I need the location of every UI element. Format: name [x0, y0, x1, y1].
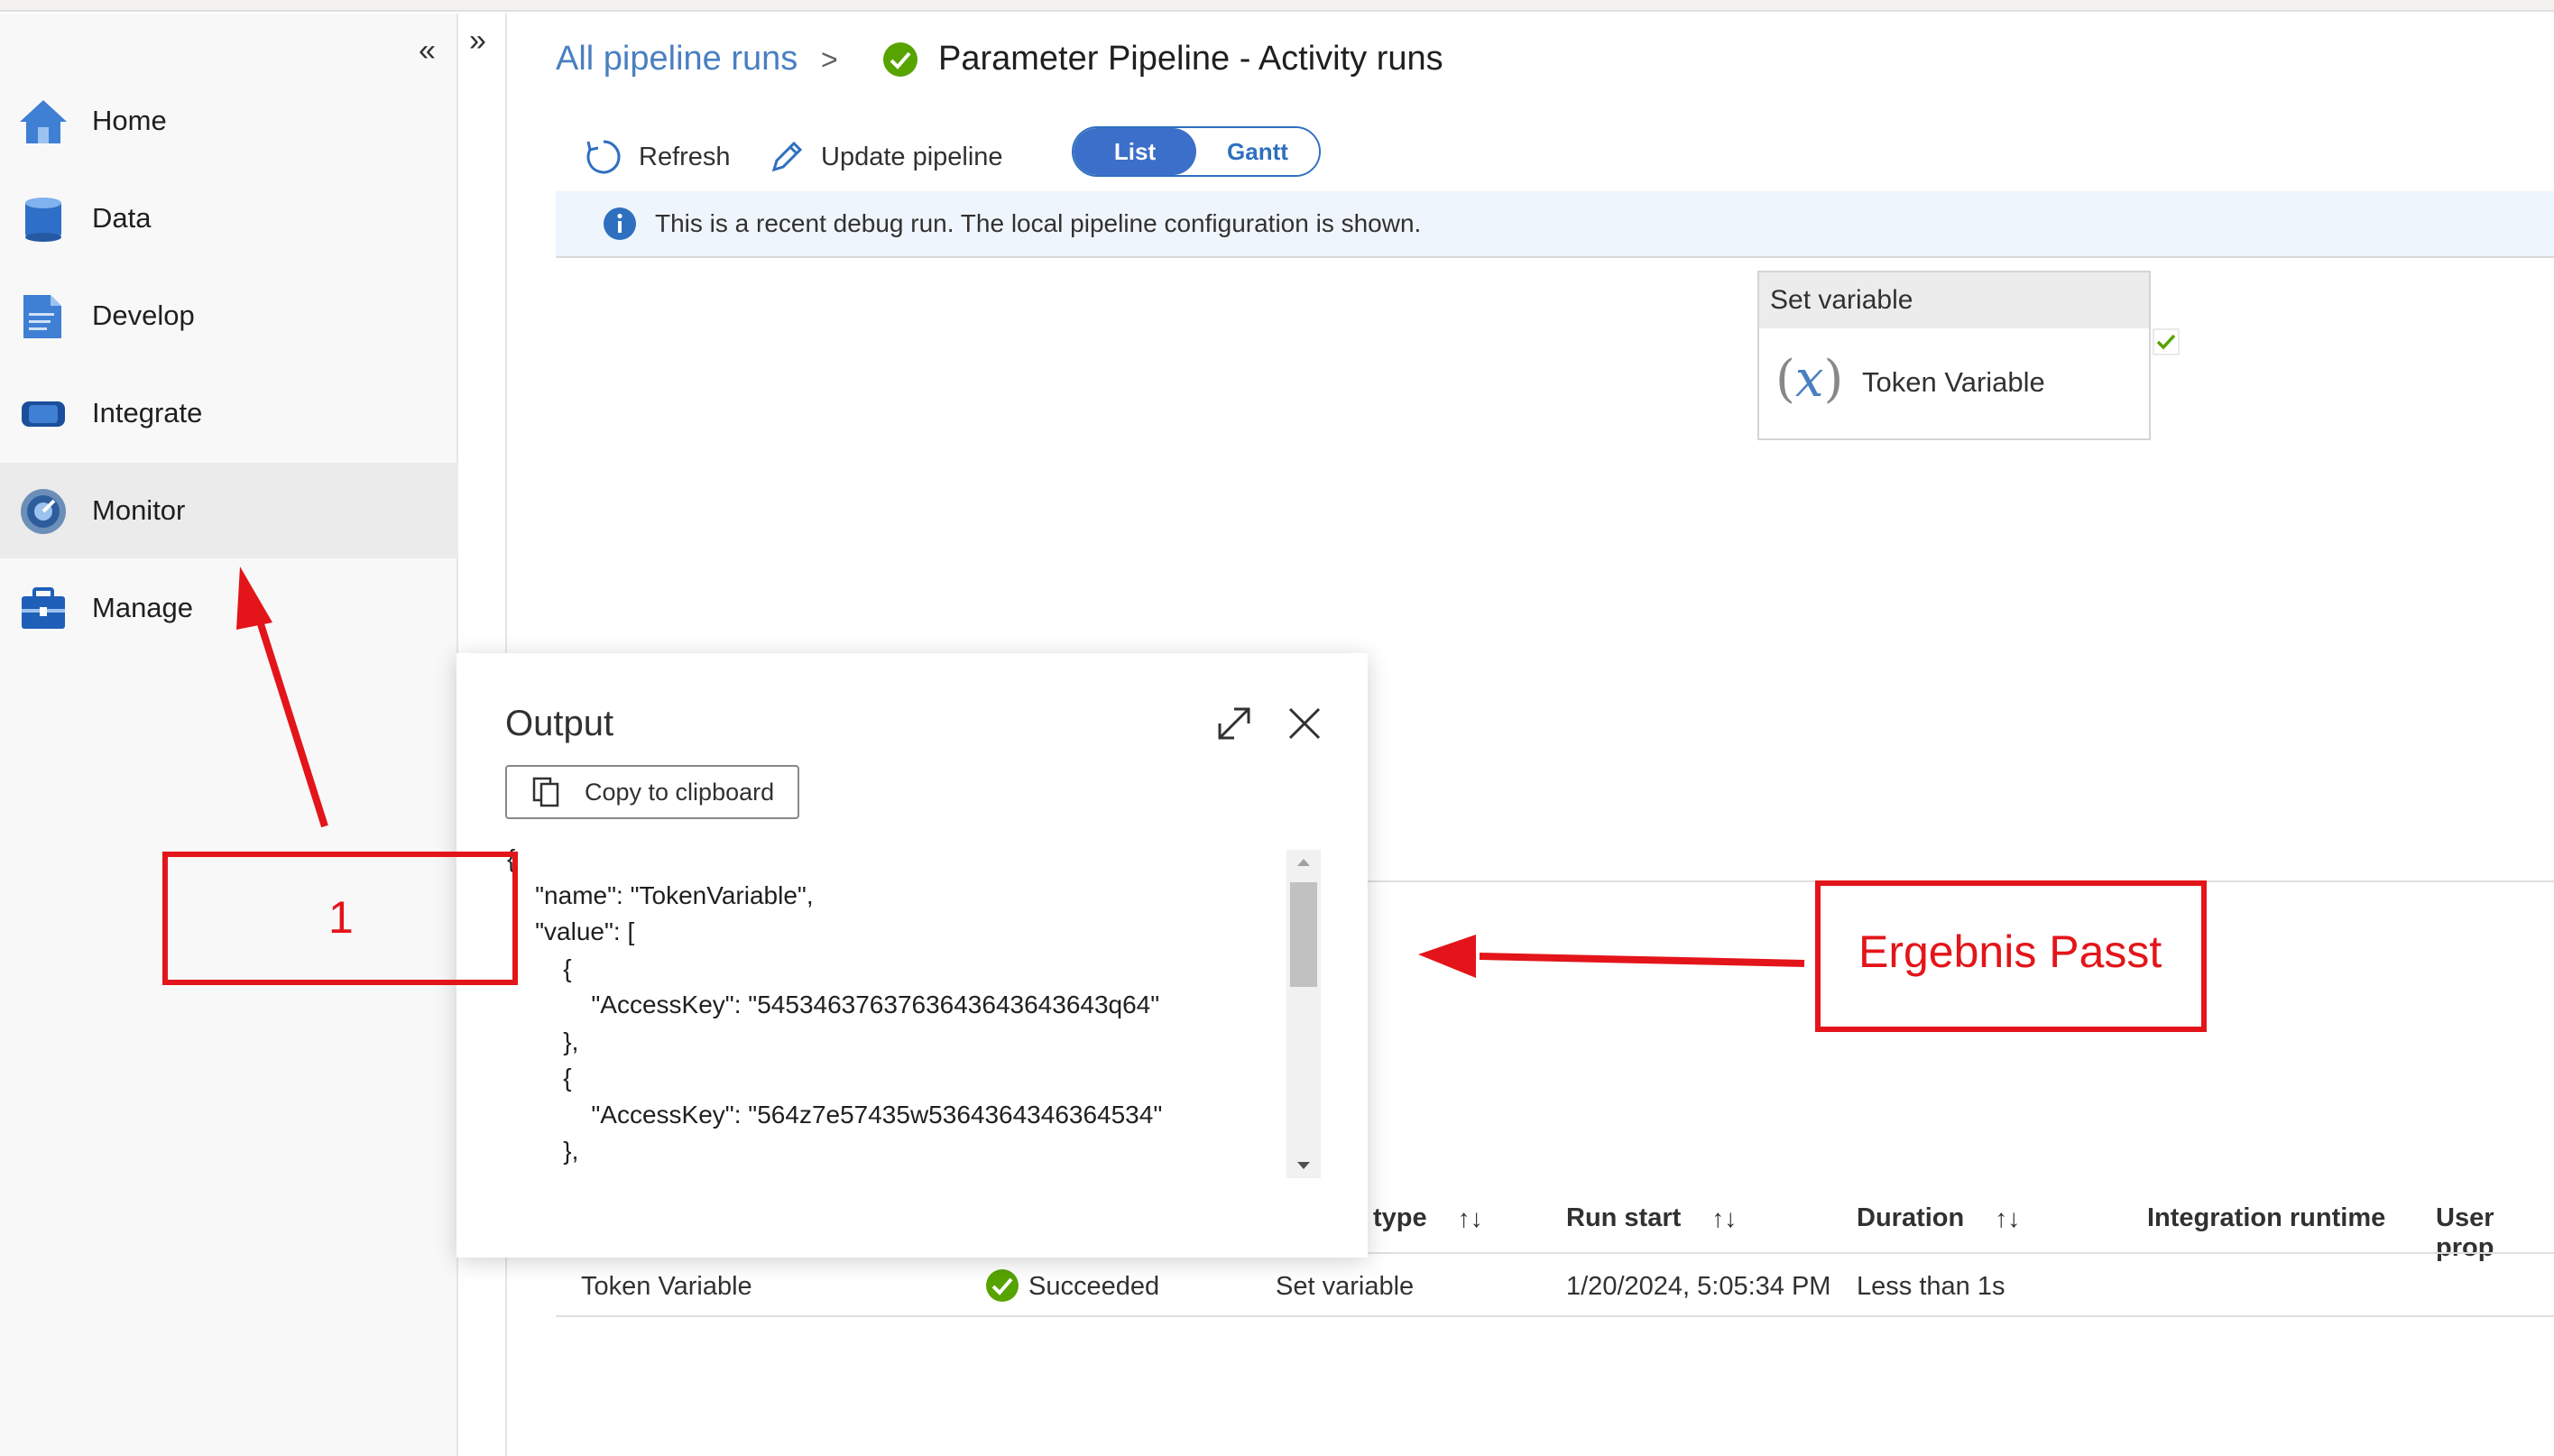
- pencil-icon: [771, 141, 803, 172]
- sidebar-item-label: Monitor: [92, 494, 186, 526]
- success-check-icon: [883, 42, 917, 77]
- database-icon: [25, 198, 61, 242]
- cell-activity-name[interactable]: Token Variable: [581, 1272, 752, 1302]
- sidebar: « Home Data Develop Integrate Monitor Ma…: [0, 14, 458, 1456]
- scroll-thumb[interactable]: [1290, 882, 1317, 987]
- sort-icon[interactable]: ↑↓: [1458, 1204, 1483, 1233]
- column-header-user-properties[interactable]: User prop: [2436, 1203, 2554, 1263]
- view-toggle: List Gantt: [1072, 126, 1321, 177]
- sidebar-item-label: Data: [92, 202, 152, 234]
- code-line: {: [507, 954, 572, 982]
- cell-duration: Less than 1s: [1857, 1272, 2005, 1301]
- output-panel: Output Copy to clipboard { "name": "Toke…: [456, 653, 1368, 1258]
- sidebar-item-develop[interactable]: Develop: [0, 268, 458, 364]
- sidebar-item-label: Home: [92, 105, 167, 136]
- column-header-duration[interactable]: Duration ↑↓: [1857, 1203, 2020, 1233]
- cell-status: Succeeded: [1028, 1272, 1160, 1301]
- breadcrumb-all-pipeline-runs[interactable]: All pipeline runs: [556, 40, 798, 78]
- page-title: Parameter Pipeline - Activity runs: [938, 40, 1443, 78]
- variable-icon: (x): [1775, 350, 1844, 409]
- column-header-label: Integration runtime: [2147, 1203, 2386, 1232]
- home-icon: [20, 100, 67, 143]
- info-banner: This is a recent debug run. The local pi…: [556, 191, 2554, 258]
- monitor-icon: [21, 489, 66, 534]
- code-line: "AccessKey": "5453463763763643643643643q…: [507, 991, 1160, 1018]
- cell-activity-type: Set variable: [1276, 1272, 1415, 1301]
- integrate-icon: [22, 401, 65, 427]
- activity-card[interactable]: Set variable (x) Token Variable: [1757, 271, 2151, 440]
- column-header-type[interactable]: type ↑↓: [1373, 1203, 1483, 1233]
- column-header-label: type: [1373, 1203, 1427, 1232]
- refresh-label: Refresh: [639, 142, 731, 171]
- column-header-label: User prop: [2436, 1203, 2494, 1262]
- view-gantt-tab[interactable]: Gantt: [1196, 128, 1319, 175]
- output-title: Output: [505, 704, 614, 743]
- info-message: This is a recent debug run. The local pi…: [655, 209, 1422, 237]
- sort-icon[interactable]: ↑↓: [1995, 1204, 2020, 1233]
- code-line: "name": "TokenVariable",: [507, 880, 814, 909]
- output-json[interactable]: { "name": "TokenVariable", "value": [ { …: [507, 841, 1301, 1229]
- sidebar-item-label: Manage: [92, 592, 194, 623]
- collapse-sidebar-button[interactable]: «: [419, 33, 436, 69]
- scroll-down-icon[interactable]: [1286, 1153, 1321, 1178]
- info-icon: [604, 207, 636, 240]
- sidebar-item-data[interactable]: Data: [0, 170, 458, 266]
- update-pipeline-label: Update pipeline: [821, 142, 1003, 171]
- code-line: },: [507, 1137, 579, 1165]
- code-line: {: [507, 844, 516, 872]
- develop-icon: [23, 295, 61, 338]
- sidebar-item-monitor[interactable]: Monitor: [0, 463, 458, 558]
- sort-icon[interactable]: ↑↓: [1711, 1204, 1737, 1233]
- sidebar-item-integrate[interactable]: Integrate: [0, 365, 458, 461]
- sidebar-item-home[interactable]: Home: [0, 73, 458, 169]
- copy-label: Copy to clipboard: [585, 778, 775, 806]
- copy-icon: [532, 777, 559, 807]
- expand-panel-button[interactable]: »: [469, 23, 486, 59]
- refresh-icon: [586, 140, 621, 174]
- annotation-label-1: 1: [328, 892, 354, 943]
- sidebar-item-label: Integrate: [92, 397, 203, 429]
- close-icon[interactable]: [1285, 704, 1324, 743]
- update-pipeline-button[interactable]: Update pipeline: [769, 134, 1003, 180]
- refresh-button[interactable]: Refresh: [585, 134, 731, 180]
- activity-type: Set variable: [1759, 272, 2149, 328]
- view-list-tab[interactable]: List: [1074, 128, 1196, 175]
- annotation-label-result: Ergebnis Passt: [1858, 926, 2162, 977]
- activity-success-check-icon: [2153, 328, 2180, 355]
- scroll-up-icon[interactable]: [1286, 850, 1321, 875]
- sidebar-item-manage[interactable]: Manage: [0, 560, 458, 656]
- code-line: {: [507, 1064, 572, 1092]
- copy-to-clipboard-button[interactable]: Copy to clipboard: [505, 765, 799, 819]
- expand-icon[interactable]: [1214, 704, 1254, 743]
- column-header-integration-runtime[interactable]: Integration runtime: [2147, 1203, 2385, 1233]
- cell-run-start: 1/20/2024, 5:05:34 PM: [1566, 1272, 1831, 1301]
- success-check-icon: [986, 1269, 1019, 1302]
- table-row-divider: [556, 1315, 2554, 1317]
- code-line: "value": [: [507, 917, 635, 945]
- code-line: "AccessKey": "564z7e57435w53643643463645…: [507, 1100, 1163, 1129]
- top-border: [0, 0, 2554, 12]
- sidebar-item-label: Develop: [92, 299, 195, 331]
- column-header-label: Duration: [1857, 1203, 1965, 1232]
- column-header-run-start[interactable]: Run start ↑↓: [1566, 1203, 1737, 1233]
- column-header-label: Run start: [1566, 1203, 1682, 1232]
- code-line: },: [507, 1027, 579, 1055]
- output-scrollbar[interactable]: [1286, 850, 1321, 1178]
- activity-name: Token Variable: [1862, 366, 2045, 398]
- breadcrumb-separator: >: [821, 43, 838, 76]
- manage-icon: [22, 587, 65, 629]
